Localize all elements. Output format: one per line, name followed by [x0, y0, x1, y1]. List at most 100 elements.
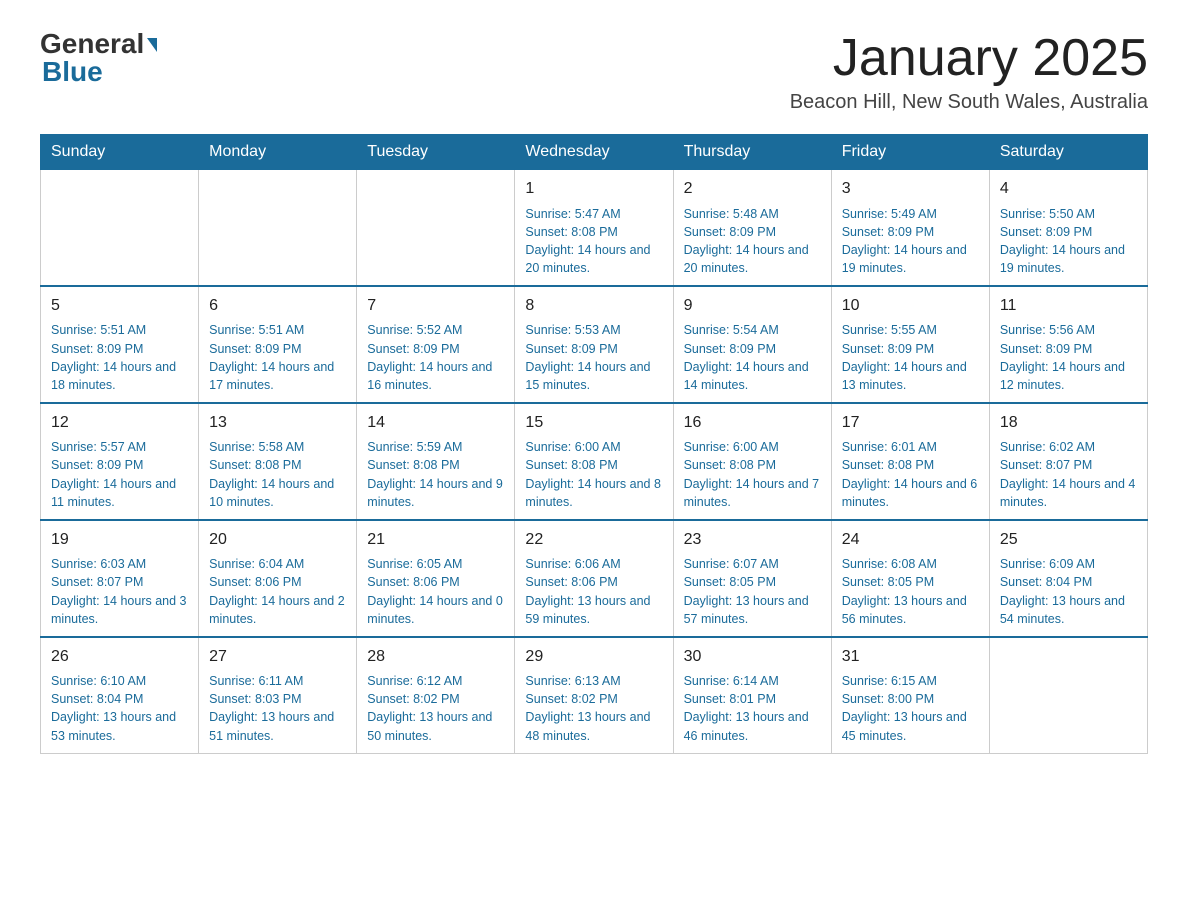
day-info: Sunrise: 6:06 AM Sunset: 8:06 PM Dayligh… [525, 555, 662, 628]
table-row: 10 Sunrise: 5:55 AM Sunset: 8:09 PM Dayli… [831, 286, 989, 403]
table-row: 4 Sunrise: 5:50 AM Sunset: 8:09 PM Daylig… [989, 170, 1147, 286]
header-thursday: Thursday [673, 135, 831, 170]
day-info: Sunrise: 6:09 AM Sunset: 8:04 PM Dayligh… [1000, 555, 1137, 628]
day-info: Sunrise: 5:52 AM Sunset: 8:09 PM Dayligh… [367, 321, 504, 394]
logo-blue-text: Blue [40, 56, 103, 88]
table-row: 20 Sunrise: 6:04 AM Sunset: 8:06 PM Dayli… [199, 520, 357, 637]
table-row: 5 Sunrise: 5:51 AM Sunset: 8:09 PM Daylig… [41, 286, 199, 403]
day-info: Sunrise: 5:55 AM Sunset: 8:09 PM Dayligh… [842, 321, 979, 394]
day-info: Sunrise: 6:12 AM Sunset: 8:02 PM Dayligh… [367, 672, 504, 745]
table-row: 16 Sunrise: 6:00 AM Sunset: 8:08 PM Dayli… [673, 403, 831, 520]
table-row: 30 Sunrise: 6:14 AM Sunset: 8:01 PM Dayli… [673, 637, 831, 753]
calendar-subtitle: Beacon Hill, New South Wales, Australia [790, 91, 1148, 114]
day-info: Sunrise: 6:04 AM Sunset: 8:06 PM Dayligh… [209, 555, 346, 628]
title-block: January 2025 Beacon Hill, New South Wale… [790, 30, 1148, 114]
page-header: General Blue January 2025 Beacon Hill, N… [40, 30, 1148, 114]
day-number: 21 [367, 529, 504, 551]
calendar-week-row: 26 Sunrise: 6:10 AM Sunset: 8:04 PM Dayli… [41, 637, 1148, 753]
day-info: Sunrise: 6:10 AM Sunset: 8:04 PM Dayligh… [51, 672, 188, 745]
day-info: Sunrise: 5:50 AM Sunset: 8:09 PM Dayligh… [1000, 205, 1137, 278]
header-tuesday: Tuesday [357, 135, 515, 170]
header-wednesday: Wednesday [515, 135, 673, 170]
day-info: Sunrise: 5:51 AM Sunset: 8:09 PM Dayligh… [51, 321, 188, 394]
day-info: Sunrise: 6:08 AM Sunset: 8:05 PM Dayligh… [842, 555, 979, 628]
day-number: 18 [1000, 412, 1137, 434]
header-saturday: Saturday [989, 135, 1147, 170]
table-row: 23Sunrise: 6:07 AM Sunset: 8:05 PM Dayli… [673, 520, 831, 637]
table-row: 24 Sunrise: 6:08 AM Sunset: 8:05 PM Dayli… [831, 520, 989, 637]
table-row: 13Sunrise: 5:58 AM Sunset: 8:08 PM Dayli… [199, 403, 357, 520]
day-number: 10 [842, 295, 979, 317]
table-row [199, 170, 357, 286]
day-info: Sunrise: 5:51 AM Sunset: 8:09 PM Dayligh… [209, 321, 346, 394]
day-number: 31 [842, 646, 979, 668]
day-number: 4 [1000, 178, 1137, 200]
day-number: 6 [209, 295, 346, 317]
calendar-week-row: 12 Sunrise: 5:57 AM Sunset: 8:09 PM Dayli… [41, 403, 1148, 520]
day-info: Sunrise: 6:01 AM Sunset: 8:08 PM Dayligh… [842, 438, 979, 511]
day-number: 20 [209, 529, 346, 551]
day-info: Sunrise: 5:54 AM Sunset: 8:09 PM Dayligh… [684, 321, 821, 394]
logo: General Blue [40, 30, 157, 88]
day-number: 30 [684, 646, 821, 668]
day-number: 7 [367, 295, 504, 317]
table-row: 9Sunrise: 5:54 AM Sunset: 8:09 PM Daylig… [673, 286, 831, 403]
day-info: Sunrise: 5:47 AM Sunset: 8:08 PM Dayligh… [525, 205, 662, 278]
day-number: 15 [525, 412, 662, 434]
day-info: Sunrise: 6:13 AM Sunset: 8:02 PM Dayligh… [525, 672, 662, 745]
calendar-table: Sunday Monday Tuesday Wednesday Thursday… [40, 134, 1148, 753]
table-row: 22 Sunrise: 6:06 AM Sunset: 8:06 PM Dayli… [515, 520, 673, 637]
day-info: Sunrise: 6:00 AM Sunset: 8:08 PM Dayligh… [525, 438, 662, 511]
table-row [41, 170, 199, 286]
table-row: 25Sunrise: 6:09 AM Sunset: 8:04 PM Dayli… [989, 520, 1147, 637]
table-row: 12 Sunrise: 5:57 AM Sunset: 8:09 PM Dayli… [41, 403, 199, 520]
table-row: 19 Sunrise: 6:03 AM Sunset: 8:07 PM Dayli… [41, 520, 199, 637]
table-row: 31Sunrise: 6:15 AM Sunset: 8:00 PM Dayli… [831, 637, 989, 753]
day-info: Sunrise: 6:02 AM Sunset: 8:07 PM Dayligh… [1000, 438, 1137, 511]
table-row: 2 Sunrise: 5:48 AM Sunset: 8:09 PM Daylig… [673, 170, 831, 286]
table-row: 1 Sunrise: 5:47 AM Sunset: 8:08 PM Daylig… [515, 170, 673, 286]
header-sunday: Sunday [41, 135, 199, 170]
table-row: 15 Sunrise: 6:00 AM Sunset: 8:08 PM Dayli… [515, 403, 673, 520]
day-number: 8 [525, 295, 662, 317]
calendar-week-row: 19 Sunrise: 6:03 AM Sunset: 8:07 PM Dayli… [41, 520, 1148, 637]
table-row: 8 Sunrise: 5:53 AM Sunset: 8:09 PM Daylig… [515, 286, 673, 403]
day-number: 26 [51, 646, 188, 668]
day-number: 17 [842, 412, 979, 434]
table-row: 6 Sunrise: 5:51 AM Sunset: 8:09 PM Daylig… [199, 286, 357, 403]
day-info: Sunrise: 5:48 AM Sunset: 8:09 PM Dayligh… [684, 205, 821, 278]
table-row: 27 Sunrise: 6:11 AM Sunset: 8:03 PM Dayli… [199, 637, 357, 753]
table-row: 18 Sunrise: 6:02 AM Sunset: 8:07 PM Dayli… [989, 403, 1147, 520]
day-info: Sunrise: 6:03 AM Sunset: 8:07 PM Dayligh… [51, 555, 188, 628]
day-number: 19 [51, 529, 188, 551]
day-number: 2 [684, 178, 821, 200]
calendar-week-row: 5 Sunrise: 5:51 AM Sunset: 8:09 PM Daylig… [41, 286, 1148, 403]
day-info: Sunrise: 5:53 AM Sunset: 8:09 PM Dayligh… [525, 321, 662, 394]
day-info: Sunrise: 5:56 AM Sunset: 8:09 PM Dayligh… [1000, 321, 1137, 394]
day-number: 12 [51, 412, 188, 434]
day-number: 24 [842, 529, 979, 551]
day-info: Sunrise: 5:57 AM Sunset: 8:09 PM Dayligh… [51, 438, 188, 511]
table-row: 11Sunrise: 5:56 AM Sunset: 8:09 PM Dayli… [989, 286, 1147, 403]
day-number: 27 [209, 646, 346, 668]
day-info: Sunrise: 6:14 AM Sunset: 8:01 PM Dayligh… [684, 672, 821, 745]
table-row [357, 170, 515, 286]
day-number: 22 [525, 529, 662, 551]
day-number: 16 [684, 412, 821, 434]
day-number: 5 [51, 295, 188, 317]
table-row [989, 637, 1147, 753]
day-info: Sunrise: 5:59 AM Sunset: 8:08 PM Dayligh… [367, 438, 504, 511]
day-info: Sunrise: 6:11 AM Sunset: 8:03 PM Dayligh… [209, 672, 346, 745]
day-number: 28 [367, 646, 504, 668]
day-info: Sunrise: 6:05 AM Sunset: 8:06 PM Dayligh… [367, 555, 504, 628]
header-friday: Friday [831, 135, 989, 170]
day-info: Sunrise: 6:00 AM Sunset: 8:08 PM Dayligh… [684, 438, 821, 511]
table-row: 7 Sunrise: 5:52 AM Sunset: 8:09 PM Daylig… [357, 286, 515, 403]
day-number: 14 [367, 412, 504, 434]
day-number: 3 [842, 178, 979, 200]
day-number: 1 [525, 178, 662, 200]
calendar-week-row: 1 Sunrise: 5:47 AM Sunset: 8:08 PM Daylig… [41, 170, 1148, 286]
logo-general-text: General [40, 30, 144, 58]
table-row: 28 Sunrise: 6:12 AM Sunset: 8:02 PM Dayli… [357, 637, 515, 753]
day-info: Sunrise: 5:58 AM Sunset: 8:08 PM Dayligh… [209, 438, 346, 511]
